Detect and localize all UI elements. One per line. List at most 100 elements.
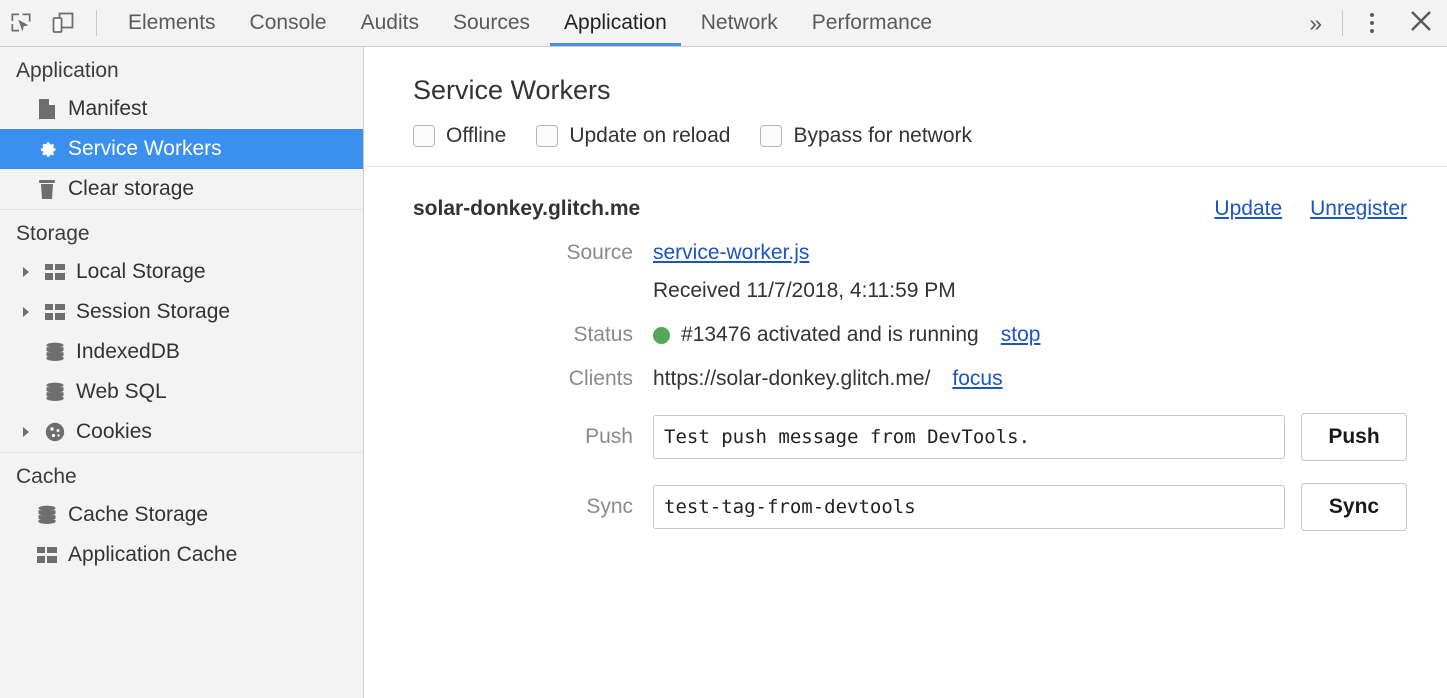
chevron-right-icon[interactable]: [16, 306, 38, 318]
clients-label: Clients: [413, 367, 653, 391]
page-title: Service Workers: [365, 47, 1447, 106]
sidebar-group-cache: Cache Cache Storage: [0, 452, 363, 575]
sidebar-item-label: Local Storage: [72, 260, 206, 284]
database-icon: [38, 382, 72, 402]
gear-icon: [30, 138, 64, 160]
received-row: Received 11/7/2018, 4:11:59 PM: [365, 279, 1447, 303]
sidebar-group-title: Application: [0, 47, 363, 89]
inspect-element-icon: [9, 11, 33, 35]
source-file-link[interactable]: service-worker.js: [653, 241, 809, 265]
sidebar-item-cache-storage[interactable]: Cache Storage: [0, 495, 363, 535]
application-sidebar: Application Manifest Service Workers: [0, 47, 364, 698]
sidebar-group-title: Storage: [0, 210, 363, 252]
database-icon: [30, 505, 64, 525]
sidebar-group-application: Application Manifest Service Workers: [0, 47, 363, 209]
update-link[interactable]: Update: [1214, 197, 1282, 221]
status-label: Status: [413, 323, 653, 347]
checkbox-box[interactable]: [760, 125, 782, 147]
unregister-link[interactable]: Unregister: [1310, 197, 1407, 221]
origin-actions: Update Unregister: [1186, 197, 1407, 221]
sidebar-item-local-storage[interactable]: Local Storage: [0, 252, 363, 292]
sidebar-item-label: Web SQL: [72, 380, 167, 404]
toolbar-right-controls: »: [1299, 0, 1447, 46]
update-on-reload-label: Update on reload: [569, 124, 730, 148]
sidebar-item-label: Manifest: [64, 97, 147, 121]
clients-row: Clients https://solar-donkey.glitch.me/ …: [365, 367, 1447, 391]
sync-label: Sync: [413, 495, 653, 519]
origin-name: solar-donkey.glitch.me: [413, 197, 640, 221]
sidebar-item-cookies[interactable]: Cookies: [0, 412, 363, 452]
tab-console[interactable]: Console: [233, 0, 344, 46]
checkbox-box[interactable]: [413, 125, 435, 147]
offline-checkbox[interactable]: Offline: [413, 124, 506, 148]
push-input[interactable]: [653, 415, 1285, 459]
tab-network[interactable]: Network: [684, 0, 795, 46]
tab-label: Network: [701, 11, 778, 35]
sidebar-item-application-cache[interactable]: Application Cache: [0, 535, 363, 575]
bypass-for-network-checkbox[interactable]: Bypass for network: [760, 124, 972, 148]
sidebar-group-title: Cache: [0, 453, 363, 495]
offline-label: Offline: [446, 124, 506, 148]
stop-link[interactable]: stop: [1001, 323, 1041, 347]
table-icon: [38, 263, 72, 281]
source-label: Source: [413, 241, 653, 265]
status-value: #13476 activated and is running stop: [653, 323, 1040, 347]
service-workers-panel: Service Workers Offline Update on reload…: [365, 47, 1447, 698]
tab-label: Sources: [453, 11, 530, 35]
inspect-element-button[interactable]: [0, 0, 42, 46]
tab-elements[interactable]: Elements: [111, 0, 233, 46]
sidebar-item-label: Cache Storage: [64, 503, 208, 527]
client-url: https://solar-donkey.glitch.me/: [653, 367, 930, 391]
sidebar-item-label: IndexedDB: [72, 340, 180, 364]
sidebar-item-manifest[interactable]: Manifest: [0, 89, 363, 129]
update-on-reload-checkbox[interactable]: Update on reload: [536, 124, 730, 148]
manifest-file-icon: [30, 98, 64, 120]
panel-tabs: Elements Console Audits Sources Applicat…: [111, 0, 949, 46]
status-badge: [653, 327, 670, 344]
tab-application[interactable]: Application: [547, 0, 684, 46]
sidebar-item-indexeddb[interactable]: IndexedDB: [0, 332, 363, 372]
close-devtools-button[interactable]: [1395, 0, 1447, 46]
push-row: Push Push: [365, 413, 1447, 461]
more-options-icon[interactable]: [1349, 0, 1395, 46]
tab-sources[interactable]: Sources: [436, 0, 547, 46]
cookie-icon: [38, 421, 72, 443]
device-toolbar-button[interactable]: [42, 0, 84, 46]
table-icon: [30, 546, 64, 564]
sidebar-group-storage: Storage Local Storage: [0, 209, 363, 452]
sidebar-item-service-workers[interactable]: Service Workers: [0, 129, 363, 169]
devtools-toolbar: Elements Console Audits Sources Applicat…: [0, 0, 1447, 47]
tab-label: Elements: [128, 11, 216, 35]
sidebar-item-label: Application Cache: [64, 543, 237, 567]
clients-value: https://solar-donkey.glitch.me/ focus: [653, 367, 1003, 391]
checkbox-box[interactable]: [536, 125, 558, 147]
sidebar-item-web-sql[interactable]: Web SQL: [0, 372, 363, 412]
sync-input[interactable]: [653, 485, 1285, 529]
table-icon: [38, 303, 72, 321]
bypass-for-network-label: Bypass for network: [793, 124, 972, 148]
sidebar-item-clear-storage[interactable]: Clear storage: [0, 169, 363, 209]
push-label: Push: [413, 425, 653, 449]
tab-performance[interactable]: Performance: [795, 0, 949, 46]
sync-button[interactable]: Sync: [1301, 483, 1407, 531]
sidebar-item-label: Clear storage: [64, 177, 194, 201]
tab-label: Console: [250, 11, 327, 35]
sidebar-item-label: Cookies: [72, 420, 152, 444]
more-tabs-chevron-icon[interactable]: »: [1299, 12, 1336, 35]
focus-link[interactable]: focus: [952, 367, 1002, 391]
chevron-right-icon[interactable]: [16, 426, 38, 438]
push-button[interactable]: Push: [1301, 413, 1407, 461]
sync-row: Sync Sync: [365, 483, 1447, 531]
toolbar-divider-right: [1342, 10, 1343, 36]
sidebar-item-label: Service Workers: [64, 137, 222, 161]
sidebar-item-session-storage[interactable]: Session Storage: [0, 292, 363, 332]
sidebar-item-label: Session Storage: [72, 300, 230, 324]
source-row: Source service-worker.js: [365, 241, 1447, 265]
tab-audits[interactable]: Audits: [344, 0, 436, 46]
toolbar-divider: [96, 10, 97, 36]
chevron-right-icon[interactable]: [16, 266, 38, 278]
tab-label: Performance: [812, 11, 932, 35]
status-text: #13476 activated and is running: [681, 323, 979, 347]
tab-label: Application: [564, 11, 667, 35]
received-text: Received 11/7/2018, 4:11:59 PM: [653, 279, 956, 303]
